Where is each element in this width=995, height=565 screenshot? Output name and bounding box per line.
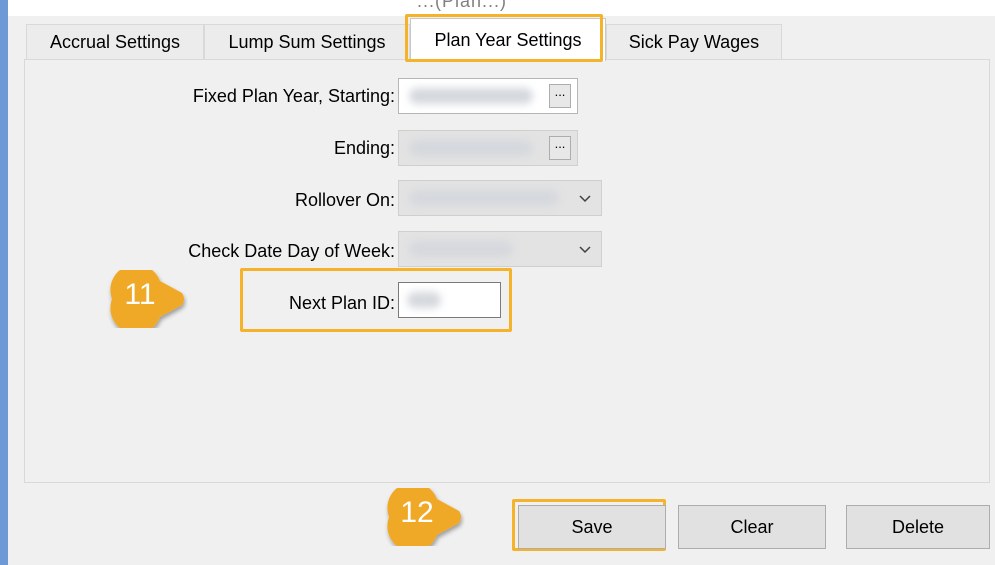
redacted-value: [409, 88, 533, 104]
ending-label: Ending:: [333, 138, 395, 158]
tab-highlight: [405, 14, 603, 62]
chevron-down-icon: [579, 246, 591, 254]
redacted-value: [409, 241, 513, 257]
chevron-down-icon: [579, 195, 591, 203]
tab-accrual-settings[interactable]: Accrual Settings: [26, 24, 204, 60]
save-button[interactable]: Save: [518, 505, 666, 549]
rollover-on-select[interactable]: [398, 180, 602, 216]
tab-lump-sum-settings[interactable]: Lump Sum Settings: [204, 24, 410, 60]
check-date-day-select[interactable]: [398, 231, 602, 267]
ellipsis-icon[interactable]: ...: [549, 84, 571, 108]
check-date-day-label: Check Date Day of Week:: [188, 241, 395, 261]
window: ...(Plan...) Accrual Settings Lump Sum S…: [0, 0, 995, 565]
window-client: ...(Plan...) Accrual Settings Lump Sum S…: [8, 0, 995, 565]
window-frame-left: [0, 0, 8, 565]
ending-date-field: ...: [398, 130, 578, 166]
redacted-value: [409, 140, 533, 156]
title-cutoff-text: ...(Plan...): [417, 0, 508, 11]
clear-button[interactable]: Clear: [678, 505, 826, 549]
fixed-plan-year-start-field[interactable]: ...: [398, 78, 578, 114]
tab-sick-pay-wages[interactable]: Sick Pay Wages: [606, 24, 782, 60]
redacted-value: [409, 190, 559, 206]
callout-12: 12: [383, 488, 465, 546]
callout-11: 11: [106, 270, 188, 328]
callout-12-number: 12: [400, 496, 434, 529]
fixed-plan-year-label: Fixed Plan Year, Starting:: [192, 86, 395, 106]
ellipsis-icon[interactable]: ...: [549, 136, 571, 160]
delete-button[interactable]: Delete: [846, 505, 990, 549]
next-plan-id-highlight: [240, 268, 512, 332]
rollover-on-label: Rollover On:: [294, 190, 395, 210]
callout-11-number: 11: [124, 278, 156, 311]
